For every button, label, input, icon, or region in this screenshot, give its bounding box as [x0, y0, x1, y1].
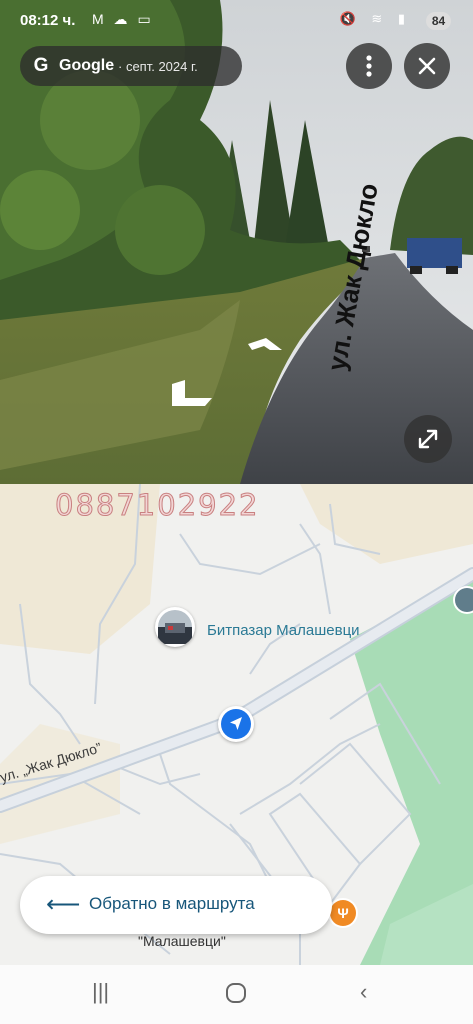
- close-icon: [418, 57, 436, 75]
- imagery-info-chip[interactable]: G Google · септ. 2024 г.: [20, 46, 242, 86]
- imagery-date: · септ. 2024 г.: [118, 59, 198, 74]
- status-time: 08:12 ч.: [20, 12, 76, 29]
- current-location-marker: [218, 706, 254, 742]
- battery-indicator: 84: [426, 12, 451, 30]
- poi-photo-image: [158, 610, 192, 644]
- google-logo-icon: G: [33, 55, 49, 76]
- poi-thumbnail[interactable]: [155, 607, 195, 647]
- expand-button[interactable]: [404, 415, 452, 463]
- expand-icon: [418, 429, 438, 449]
- back-icon[interactable]: ‹: [360, 979, 367, 1005]
- more-options-button[interactable]: [346, 43, 392, 89]
- arrow-left-icon: ⟵: [46, 891, 81, 918]
- navigation-arrow-icon: [230, 717, 242, 730]
- recent-apps-icon[interactable]: |||: [92, 979, 109, 1005]
- status-bar: 08:12 ч. M ☁ ▭ 🔇 ≋ ▮ 84: [0, 0, 473, 40]
- poi-name-label[interactable]: Битпазар Малашевци: [207, 622, 360, 639]
- back-to-route-button[interactable]: ⟵ Обратно в маршрута: [20, 876, 332, 934]
- notification-icons: M ☁ ▭: [92, 11, 154, 27]
- place-label: "Малашевци": [138, 933, 226, 949]
- back-to-route-label: Обратно в маршрута: [89, 894, 255, 913]
- google-brand-label: Google: [59, 57, 115, 74]
- map-marker-edge[interactable]: [455, 588, 473, 612]
- fork-knife-icon[interactable]: Ψ: [330, 900, 356, 926]
- system-navigation-bar: ||| ‹: [0, 965, 473, 1024]
- home-icon[interactable]: [225, 982, 247, 1010]
- more-vert-icon: [366, 55, 372, 77]
- phone-number-overlay: 0887102922: [55, 488, 260, 523]
- system-icons: 🔇 ≋ ▮: [339, 11, 411, 26]
- close-button[interactable]: [404, 43, 450, 89]
